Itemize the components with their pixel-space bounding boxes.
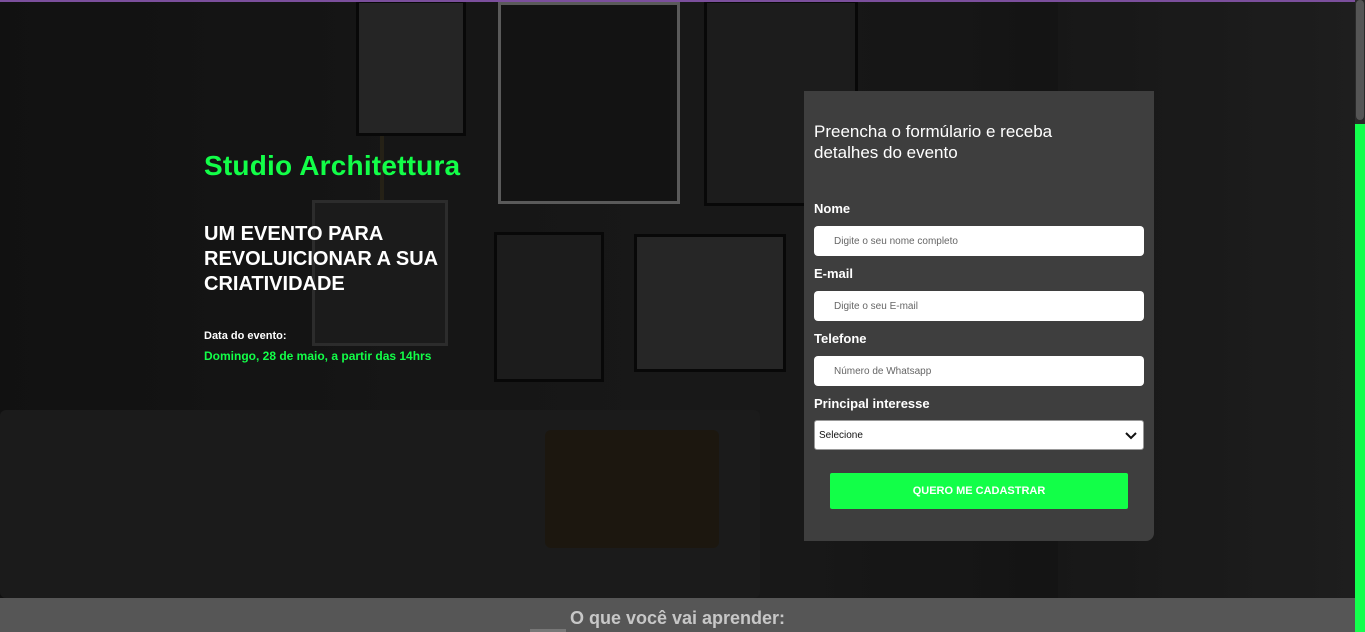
phone-field[interactable] (814, 356, 1144, 386)
register-button[interactable]: QUERO ME CADASTRAR (830, 473, 1128, 509)
phone-label: Telefone (814, 331, 867, 346)
brand-title: Studio Architettura (204, 150, 461, 181)
name-label: Nome (814, 201, 851, 216)
hero-text: Studio Architettura UM EVENTO PARA REVOL… (204, 150, 624, 363)
hero-section (0, 0, 1365, 598)
event-date-label: Data do evento: (204, 330, 287, 342)
event-headline: UM EVENTO PARA REVOLUICIONAR A SUA CRIAT… (204, 223, 438, 295)
top-accent-line (0, 0, 1365, 2)
interest-label: Principal interesse (814, 396, 930, 411)
name-field[interactable] (814, 226, 1144, 256)
email-label: E-mail (814, 266, 854, 281)
hero-overlay (0, 0, 1365, 598)
form-title: Preencha o formúlario e receba detalhes … (814, 122, 1053, 162)
green-side-accent (1355, 124, 1365, 632)
scrollbar-thumb[interactable] (1356, 0, 1364, 120)
event-date-value: Domingo, 28 de maio, a partir das 14hrs (204, 349, 432, 363)
registration-form: Preencha o formúlario e receba detalhes … (804, 91, 1154, 541)
learn-section-title: O que você vai aprender: (569, 608, 786, 628)
interest-select-value: Selecione (819, 429, 863, 441)
chevron-down-icon (1125, 432, 1137, 440)
email-field[interactable] (814, 291, 1144, 321)
interest-select[interactable]: Selecione (814, 420, 1144, 450)
